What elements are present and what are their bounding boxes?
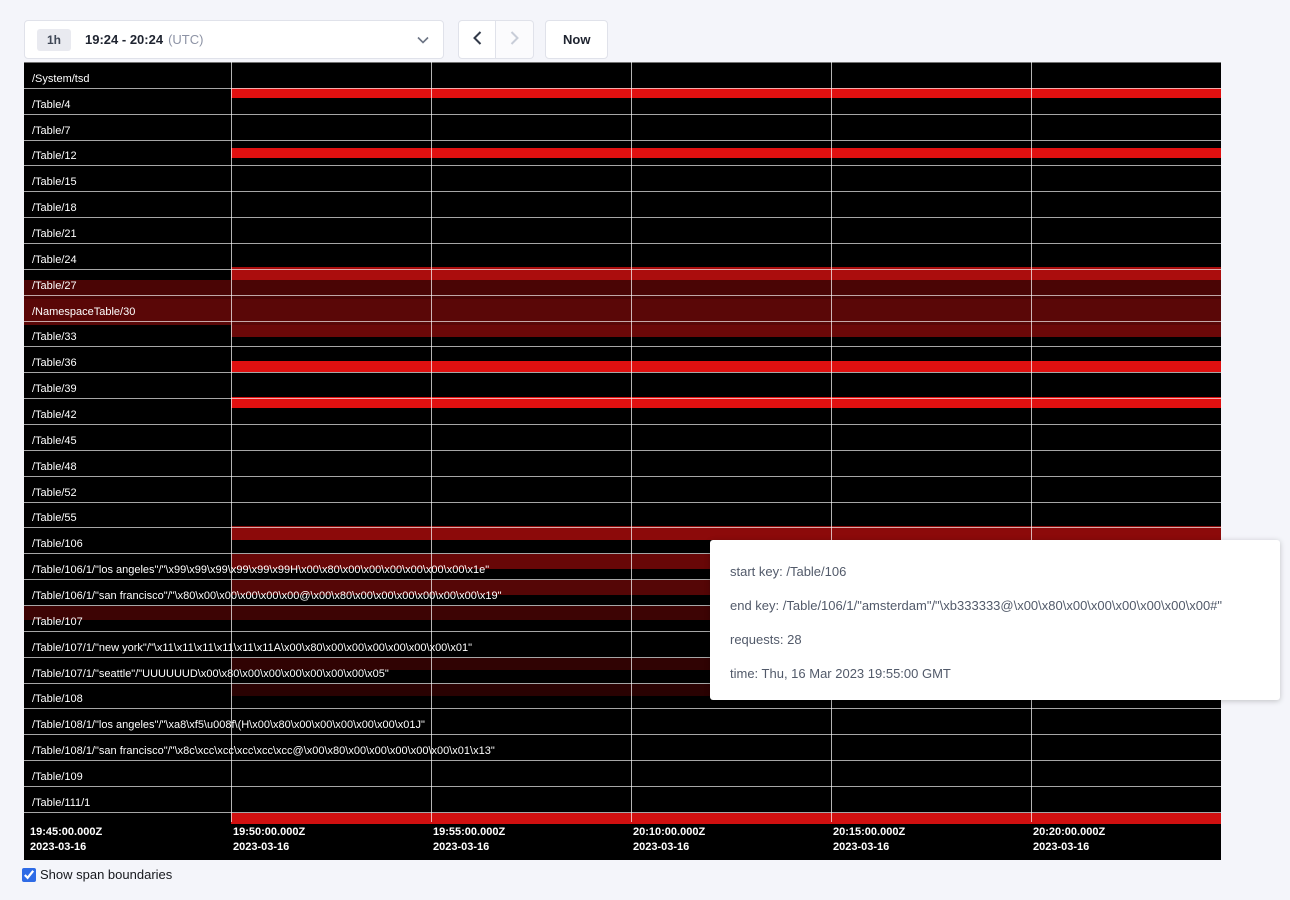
heatmap-row[interactable]: /Table/55 (24, 503, 1221, 529)
tick-date: 2023-03-16 (233, 840, 305, 855)
heatmap-row[interactable]: /Table/18 (24, 192, 1221, 218)
hover-tooltip: start key: /Table/106 end key: /Table/10… (710, 540, 1280, 700)
span-key-label: /Table/52 (24, 487, 77, 502)
span-key-label: /Table/55 (24, 512, 77, 527)
heatmap-row[interactable]: /Table/12 (24, 141, 1221, 167)
tooltip-requests: requests: 28 (730, 630, 1260, 650)
span-key-label: /Table/27 (24, 280, 77, 295)
time-nav-group (458, 20, 534, 59)
heatmap-row[interactable]: /Table/108/1/"san francisco"/"\x8c\xcc\x… (24, 735, 1221, 761)
heatmap-row[interactable]: /Table/111/1 (24, 787, 1221, 813)
span-key-label: /Table/108/1/"los angeles"/"\xa8\xf5\u00… (24, 719, 425, 734)
span-key-label: /Table/107/1/"new york"/"\x11\x11\x11\x1… (24, 642, 472, 657)
span-key-label: /Table/107/1/"seattle"/"UUUUUUD\x00\x80\… (24, 668, 389, 683)
tick-time: 19:55:00.000Z (433, 825, 505, 840)
tick-time: 20:15:00.000Z (833, 825, 905, 840)
heatmap-row[interactable]: /System/tsd (24, 63, 1221, 89)
span-key-label: /Table/42 (24, 409, 77, 424)
next-interval-button[interactable] (496, 20, 534, 59)
heatmap-row[interactable]: /Table/52 (24, 477, 1221, 503)
heatmap-row[interactable]: /Table/33 (24, 322, 1221, 348)
span-boundaries-control: Show span boundaries (22, 867, 172, 882)
x-axis-tick: 19:55:00.000Z2023-03-16 (433, 825, 505, 855)
tick-date: 2023-03-16 (433, 840, 505, 855)
key-visualizer-page: 1h 19:24 - 20:24 (UTC) Now /System/t (0, 0, 1290, 900)
toolbar: 1h 19:24 - 20:24 (UTC) Now (24, 20, 608, 59)
span-boundaries-label: Show span boundaries (40, 867, 172, 882)
x-axis-tick: 20:10:00.000Z2023-03-16 (633, 825, 705, 855)
span-key-label: /Table/108/1/"san francisco"/"\x8c\xcc\x… (24, 745, 495, 760)
span-key-label: /Table/7 (24, 125, 71, 140)
tick-date: 2023-03-16 (833, 840, 905, 855)
span-key-label: /Table/33 (24, 331, 77, 346)
x-axis: 19:45:00.000Z2023-03-1619:50:00.000Z2023… (24, 825, 1221, 857)
x-axis-tick: 20:20:00.000Z2023-03-16 (1033, 825, 1105, 855)
span-key-label: /Table/21 (24, 228, 77, 243)
span-key-label: /Table/15 (24, 176, 77, 191)
span-key-label: /System/tsd (24, 73, 89, 88)
time-range-dropdown[interactable]: 1h 19:24 - 20:24 (UTC) (24, 20, 444, 59)
heatmap-row[interactable]: /Table/48 (24, 451, 1221, 477)
span-key-label: /NamespaceTable/30 (24, 306, 135, 321)
span-key-label: /Table/36 (24, 357, 77, 372)
heatmap-row[interactable]: /Table/7 (24, 115, 1221, 141)
span-key-label: /Table/106 (24, 538, 83, 553)
range-duration-badge: 1h (37, 29, 71, 51)
tick-date: 2023-03-16 (633, 840, 705, 855)
heatmap-row[interactable]: /Table/42 (24, 399, 1221, 425)
span-key-label: /Table/106/1/"los angeles"/"\x99\x99\x99… (24, 564, 489, 579)
tick-time: 20:10:00.000Z (633, 825, 705, 840)
heatmap-row[interactable]: /Table/39 (24, 373, 1221, 399)
x-axis-tick: 20:15:00.000Z2023-03-16 (833, 825, 905, 855)
heatmap-row[interactable]: /NamespaceTable/30 (24, 296, 1221, 322)
heatmap-rows: /System/tsd/Table/4/Table/7/Table/12/Tab… (24, 62, 1221, 813)
span-key-label: /Table/24 (24, 254, 77, 269)
span-key-label: /Table/107 (24, 616, 83, 631)
span-key-label: /Table/45 (24, 435, 77, 450)
span-key-label: /Table/48 (24, 461, 77, 476)
tick-time: 20:20:00.000Z (1033, 825, 1105, 840)
tooltip-start-key: start key: /Table/106 (730, 562, 1260, 582)
span-key-label: /Table/108 (24, 693, 83, 708)
heatmap-row[interactable]: /Table/27 (24, 270, 1221, 296)
span-key-label: /Table/111/1 (24, 797, 90, 812)
heatmap-row[interactable]: /Table/4 (24, 89, 1221, 115)
heatmap-row[interactable]: /Table/36 (24, 347, 1221, 373)
heatmap-canvas[interactable]: /System/tsd/Table/4/Table/7/Table/12/Tab… (24, 62, 1221, 860)
tooltip-time: time: Thu, 16 Mar 2023 19:55:00 GMT (730, 664, 1260, 684)
tooltip-end-key: end key: /Table/106/1/"amsterdam"/"\xb33… (730, 596, 1260, 616)
tick-date: 2023-03-16 (30, 840, 102, 855)
heatmap-row[interactable]: /Table/21 (24, 218, 1221, 244)
heatmap-row[interactable]: /Table/108/1/"los angeles"/"\xa8\xf5\u00… (24, 709, 1221, 735)
span-key-label: /Table/39 (24, 383, 77, 398)
heatmap-row[interactable]: /Table/109 (24, 761, 1221, 787)
span-key-label: /Table/109 (24, 771, 83, 786)
span-key-label: /Table/4 (24, 99, 71, 114)
heatmap-row[interactable]: /Table/45 (24, 425, 1221, 451)
span-key-label: /Table/12 (24, 150, 77, 165)
heatmap-row[interactable]: /Table/15 (24, 166, 1221, 192)
chevron-left-icon (473, 31, 482, 48)
now-button[interactable]: Now (545, 20, 608, 59)
range-timezone: (UTC) (168, 32, 203, 47)
prev-interval-button[interactable] (458, 20, 496, 59)
x-axis-tick: 19:45:00.000Z2023-03-16 (30, 825, 102, 855)
tick-time: 19:50:00.000Z (233, 825, 305, 840)
range-label: 19:24 - 20:24 (85, 32, 163, 47)
x-axis-tick: 19:50:00.000Z2023-03-16 (233, 825, 305, 855)
span-boundaries-checkbox[interactable] (22, 868, 36, 882)
span-key-label: /Table/18 (24, 202, 77, 217)
heatmap-row[interactable]: /Table/24 (24, 244, 1221, 270)
chevron-down-icon (417, 36, 429, 44)
chevron-right-icon (510, 31, 519, 48)
tick-time: 19:45:00.000Z (30, 825, 102, 840)
span-key-label: /Table/106/1/"san francisco"/"\x80\x00\x… (24, 590, 502, 605)
tick-date: 2023-03-16 (1033, 840, 1105, 855)
